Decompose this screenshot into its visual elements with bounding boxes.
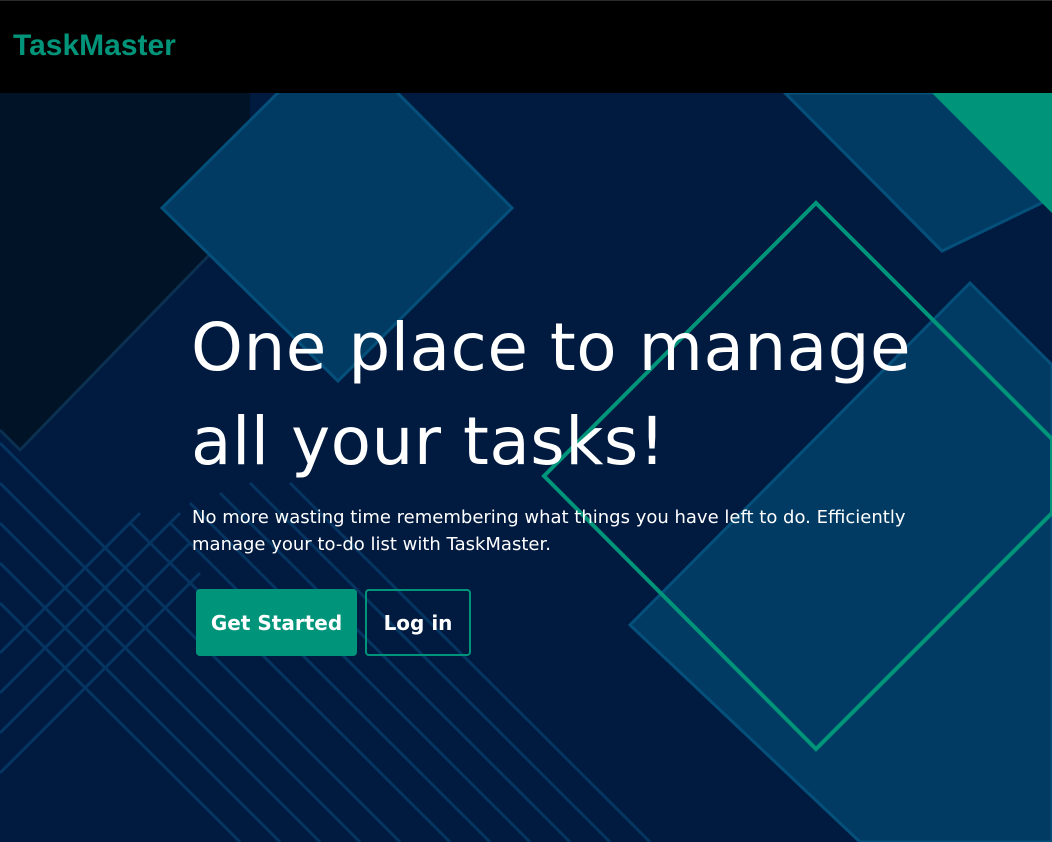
get-started-button[interactable]: Get Started — [196, 589, 357, 656]
subtext-line-2: manage your to-do list with TaskMaster. — [192, 534, 551, 555]
headline-line-1: One place to manage — [191, 309, 912, 386]
hero-subtext: No more wasting time remembering what th… — [192, 504, 952, 558]
brand-logo-text[interactable]: TaskMaster — [13, 28, 176, 64]
hero-section: One place to manage all your tasks! No m… — [0, 93, 1052, 842]
subtext-line-1: No more wasting time remembering what th… — [192, 507, 906, 528]
navbar: TaskMaster — [0, 0, 1052, 93]
hero-headline: One place to manage all your tasks! — [191, 301, 991, 489]
log-in-button[interactable]: Log in — [365, 589, 471, 656]
headline-line-2: all your tasks! — [191, 403, 666, 480]
